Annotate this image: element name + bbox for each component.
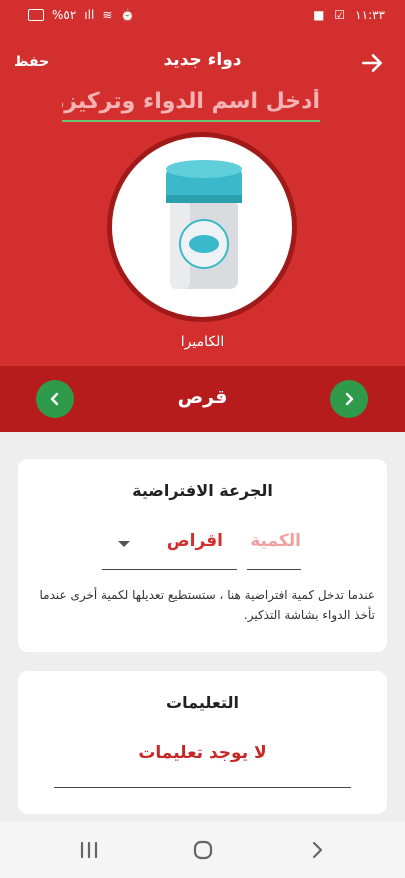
- signal-icon: ıll: [84, 8, 95, 22]
- pill-bottle-icon: [166, 160, 242, 289]
- recents-icon[interactable]: [77, 838, 101, 862]
- instructions-underline: [54, 787, 351, 788]
- back-arrow-icon[interactable]: [359, 50, 385, 76]
- chevron-right-icon: [345, 392, 354, 406]
- camera-label: الكاميرا: [180, 334, 225, 350]
- video-icon: ■: [313, 8, 325, 22]
- clock-time: ١١:٣٣: [355, 8, 385, 22]
- battery-icon: [28, 9, 44, 21]
- check-icon: ☑: [334, 8, 346, 22]
- next-type-button[interactable]: [330, 380, 368, 418]
- instructions-title: التعليمات: [166, 693, 239, 712]
- status-bar: %٥٢ ıll ≋ ⏰ ■ ☑ ١١:٣٣: [0, 0, 405, 32]
- default-dose-note: عندما تدخل كمية افتراضية هنا ، ستستطيع ت…: [39, 588, 375, 622]
- status-right: ■ ☑ ١١:٣٣: [313, 8, 385, 22]
- page-title: دواء جديد: [163, 50, 242, 70]
- dose-unit-select[interactable]: اقراص: [102, 529, 237, 570]
- system-nav-bar: [0, 822, 405, 878]
- quantity-field[interactable]: الكمية: [247, 529, 301, 570]
- back-icon[interactable]: [305, 838, 329, 862]
- wifi-icon: ≋: [102, 8, 113, 22]
- home-icon[interactable]: [191, 838, 215, 862]
- status-left: %٥٢ ıll ≋ ⏰: [28, 8, 135, 22]
- dose-unit-value: اقراص: [166, 531, 223, 551]
- battery-level: %٥٢: [52, 8, 77, 22]
- alarm-icon: ⏰: [120, 8, 136, 22]
- quantity-placeholder: الكمية: [250, 531, 301, 551]
- default-dose-card: الجرعة الافتراضية الكمية اقراص عندما تدخ…: [18, 459, 387, 652]
- instructions-card: التعليمات لا يوجد تعليمات: [18, 671, 387, 814]
- medicine-type-selector: قرص: [0, 366, 405, 432]
- instructions-value[interactable]: لا يوجد تعليمات: [18, 743, 387, 763]
- header: حفظ دواء جديد الكاميرا: [0, 32, 405, 366]
- default-dose-title: الجرعة الافتراضية: [132, 481, 273, 500]
- camera-photo-button[interactable]: [107, 132, 297, 322]
- dropdown-icon: [118, 541, 130, 547]
- medicine-name-input[interactable]: [62, 82, 320, 122]
